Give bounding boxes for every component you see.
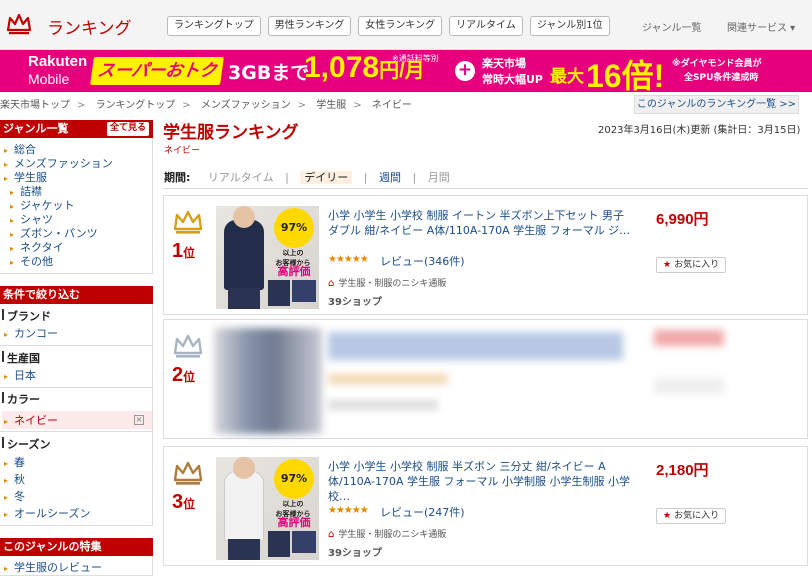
review-link[interactable]: レビュー(247件) xyxy=(380,504,465,520)
review-link[interactable]: レビュー(346件) xyxy=(380,253,465,269)
divider xyxy=(0,431,153,432)
product-image[interactable]: 97% 以上の お客様から 高評価 xyxy=(216,457,319,560)
country-filter-label: 生産国 xyxy=(2,351,40,365)
feature-heading: このジャンルの特集 xyxy=(0,538,153,556)
favorite-button[interactable]: お気に入り xyxy=(656,257,727,273)
update-date: 2023年3月16日(木)更新 (集計日：3月15日) xyxy=(598,125,801,136)
banner-data-amount: 3GBまで xyxy=(228,62,310,84)
tab-genre-first[interactable]: ジャンル別1位 xyxy=(529,16,610,36)
shop-name: 39ショップ xyxy=(328,548,382,559)
rank-number: 1位 xyxy=(172,240,196,262)
filter-heading: 条件で絞り込む xyxy=(0,286,153,304)
blurred-price xyxy=(654,330,724,346)
banner-ichiba-line1: 楽天市場 xyxy=(482,57,526,70)
period-selector: 期間: リアルタイム | デイリー | 週間 | 月間 xyxy=(164,169,450,185)
product-price: 2,180円 xyxy=(656,462,709,479)
product-title-link[interactable]: 小学 小学生 小学校 制服 イートン 半ズボン上下セット 男子 ダブル 紺/ネイ… xyxy=(328,208,638,238)
breadcrumb-item[interactable]: 楽天市場トップ xyxy=(0,100,70,111)
breadcrumb: 楽天市場トップ > ランキングトップ > メンズファッション > 学生服 > ネイビー xyxy=(0,100,412,111)
banner-sale-label: スーパーおトク xyxy=(90,57,224,85)
genre-list-link[interactable]: ジャンル一覧 xyxy=(642,19,702,34)
tab-ranking-top[interactable]: ランキングトップ xyxy=(167,16,261,36)
blurred-product-image[interactable] xyxy=(214,328,322,434)
page-subtitle: ネイビー xyxy=(164,146,201,156)
rating-stars-icon: ★★★★★ xyxy=(328,505,369,516)
brand-filter-option[interactable]: カンコー xyxy=(4,325,58,341)
breadcrumb-item[interactable]: 学生服 xyxy=(316,100,346,111)
period-realtime[interactable]: リアルタイム xyxy=(208,171,274,184)
color-filter-option-selected[interactable]: ネイビー xyxy=(4,412,58,428)
rank-number: 2位 xyxy=(172,364,196,386)
gold-crown-icon xyxy=(173,210,203,234)
season-option-spring[interactable]: 春 xyxy=(4,454,25,470)
banner-call-note: ※通話料等別 xyxy=(392,54,439,63)
tab-male-ranking[interactable]: 男性ランキング xyxy=(267,16,352,36)
blurred-favorite xyxy=(654,378,724,394)
ranking-item: 3位 97% 以上の お客様から 高評価 小学 小学生 小学校 制服 半ズボン 三… xyxy=(163,446,808,566)
period-separator: | xyxy=(412,171,417,184)
period-separator: | xyxy=(363,171,368,184)
shop-link[interactable]: 学生服・制服のニシキ通販 xyxy=(328,276,446,289)
banner-diamond-note: ※ダイヤモンド会員が xyxy=(672,59,762,69)
related-services-menu[interactable]: 関連サービス ▾ xyxy=(727,19,795,34)
plus-icon: + xyxy=(455,61,475,81)
season-option-all[interactable]: オールシーズン xyxy=(4,505,90,521)
feature-review-link[interactable]: 学生服のレビュー xyxy=(4,559,102,575)
period-weekly[interactable]: 週間 xyxy=(379,171,401,184)
divider xyxy=(0,387,153,388)
blurred-title xyxy=(328,332,623,360)
country-filter-option[interactable]: 日本 xyxy=(4,367,36,383)
shop-name: 39ショップ xyxy=(328,297,382,308)
banner-brand-bottom: Mobile xyxy=(28,71,70,87)
banner-ichiba-line2: 常時大幅UP xyxy=(482,73,543,86)
silver-crown-icon xyxy=(173,334,203,358)
breadcrumb-item[interactable]: メンズファッション xyxy=(201,100,291,111)
genre-list-heading: ジャンル一覧 全て見る xyxy=(0,120,153,138)
breadcrumb-item[interactable]: ランキングトップ xyxy=(96,100,176,111)
product-image[interactable]: 97% 以上の お客様から 高評価 xyxy=(216,206,319,309)
period-label: 期間: xyxy=(164,171,191,184)
period-monthly[interactable]: 月間 xyxy=(428,171,450,184)
banner-multiplier: 16倍! xyxy=(586,58,665,92)
ranking-item: 2位 xyxy=(163,319,808,439)
header-tabs: ランキングトップ 男性ランキング 女性ランキング リアルタイム ジャンル別1位 xyxy=(167,16,610,36)
promo-banner[interactable]: Rakuten Mobile スーパーおトク 3GBまで 1,078円/月 ※通… xyxy=(0,50,812,92)
brand-filter-label: ブランド xyxy=(2,309,51,323)
tab-realtime[interactable]: リアルタイム xyxy=(449,16,523,36)
season-option-winter[interactable]: 冬 xyxy=(4,488,25,504)
blurred-review xyxy=(328,374,448,384)
rating-stars-icon: ★★★★★ xyxy=(328,254,369,265)
bronze-crown-icon xyxy=(173,461,203,485)
page-title: 学生服ランキング xyxy=(163,123,299,143)
season-option-autumn[interactable]: 秋 xyxy=(4,471,25,487)
banner-max-label: 最大 xyxy=(550,67,584,87)
color-filter-label: カラー xyxy=(2,392,40,406)
period-separator: | xyxy=(285,171,289,184)
site-header: ランキング ランキングトップ 男性ランキング 女性ランキング リアルタイム ジャ… xyxy=(0,0,812,50)
product-title-link[interactable]: 小学 小学生 小学校 制服 半ズボン 三分丈 紺/ネイビー A体/110A-17… xyxy=(328,459,638,504)
season-filter-label: シーズン xyxy=(1,437,51,451)
product-price: 6,990円 xyxy=(656,211,709,228)
show-all-button[interactable]: 全て見る xyxy=(106,122,149,136)
genre-ranking-list-button[interactable]: このジャンルのランキング一覧 >> xyxy=(634,95,799,114)
crown-logo-icon[interactable] xyxy=(6,12,32,36)
favorite-button[interactable]: お気に入り xyxy=(656,508,727,524)
breadcrumb-item[interactable]: ネイビー xyxy=(372,100,412,111)
remove-filter-icon[interactable]: × xyxy=(134,415,144,425)
divider xyxy=(0,345,153,346)
banner-spu-note: 全SPU条件達成時 xyxy=(684,73,759,83)
sidebar-item-other[interactable]: その他 xyxy=(10,253,53,269)
ranking-item: 1位 97% 以上の お客様から 高評価 小学 小学生 小学校 制服 イートン 半… xyxy=(163,195,808,315)
blurred-shop xyxy=(328,400,438,410)
rank-number: 3位 xyxy=(172,491,196,513)
tab-female-ranking[interactable]: 女性ランキング xyxy=(358,16,443,36)
ranking-logo-text[interactable]: ランキング xyxy=(47,14,132,39)
banner-brand-top: Rakuten xyxy=(28,53,88,70)
period-daily-active[interactable]: デイリー xyxy=(300,171,353,184)
shop-link[interactable]: 学生服・制服のニシキ通販 xyxy=(328,527,446,540)
divider xyxy=(163,188,808,189)
